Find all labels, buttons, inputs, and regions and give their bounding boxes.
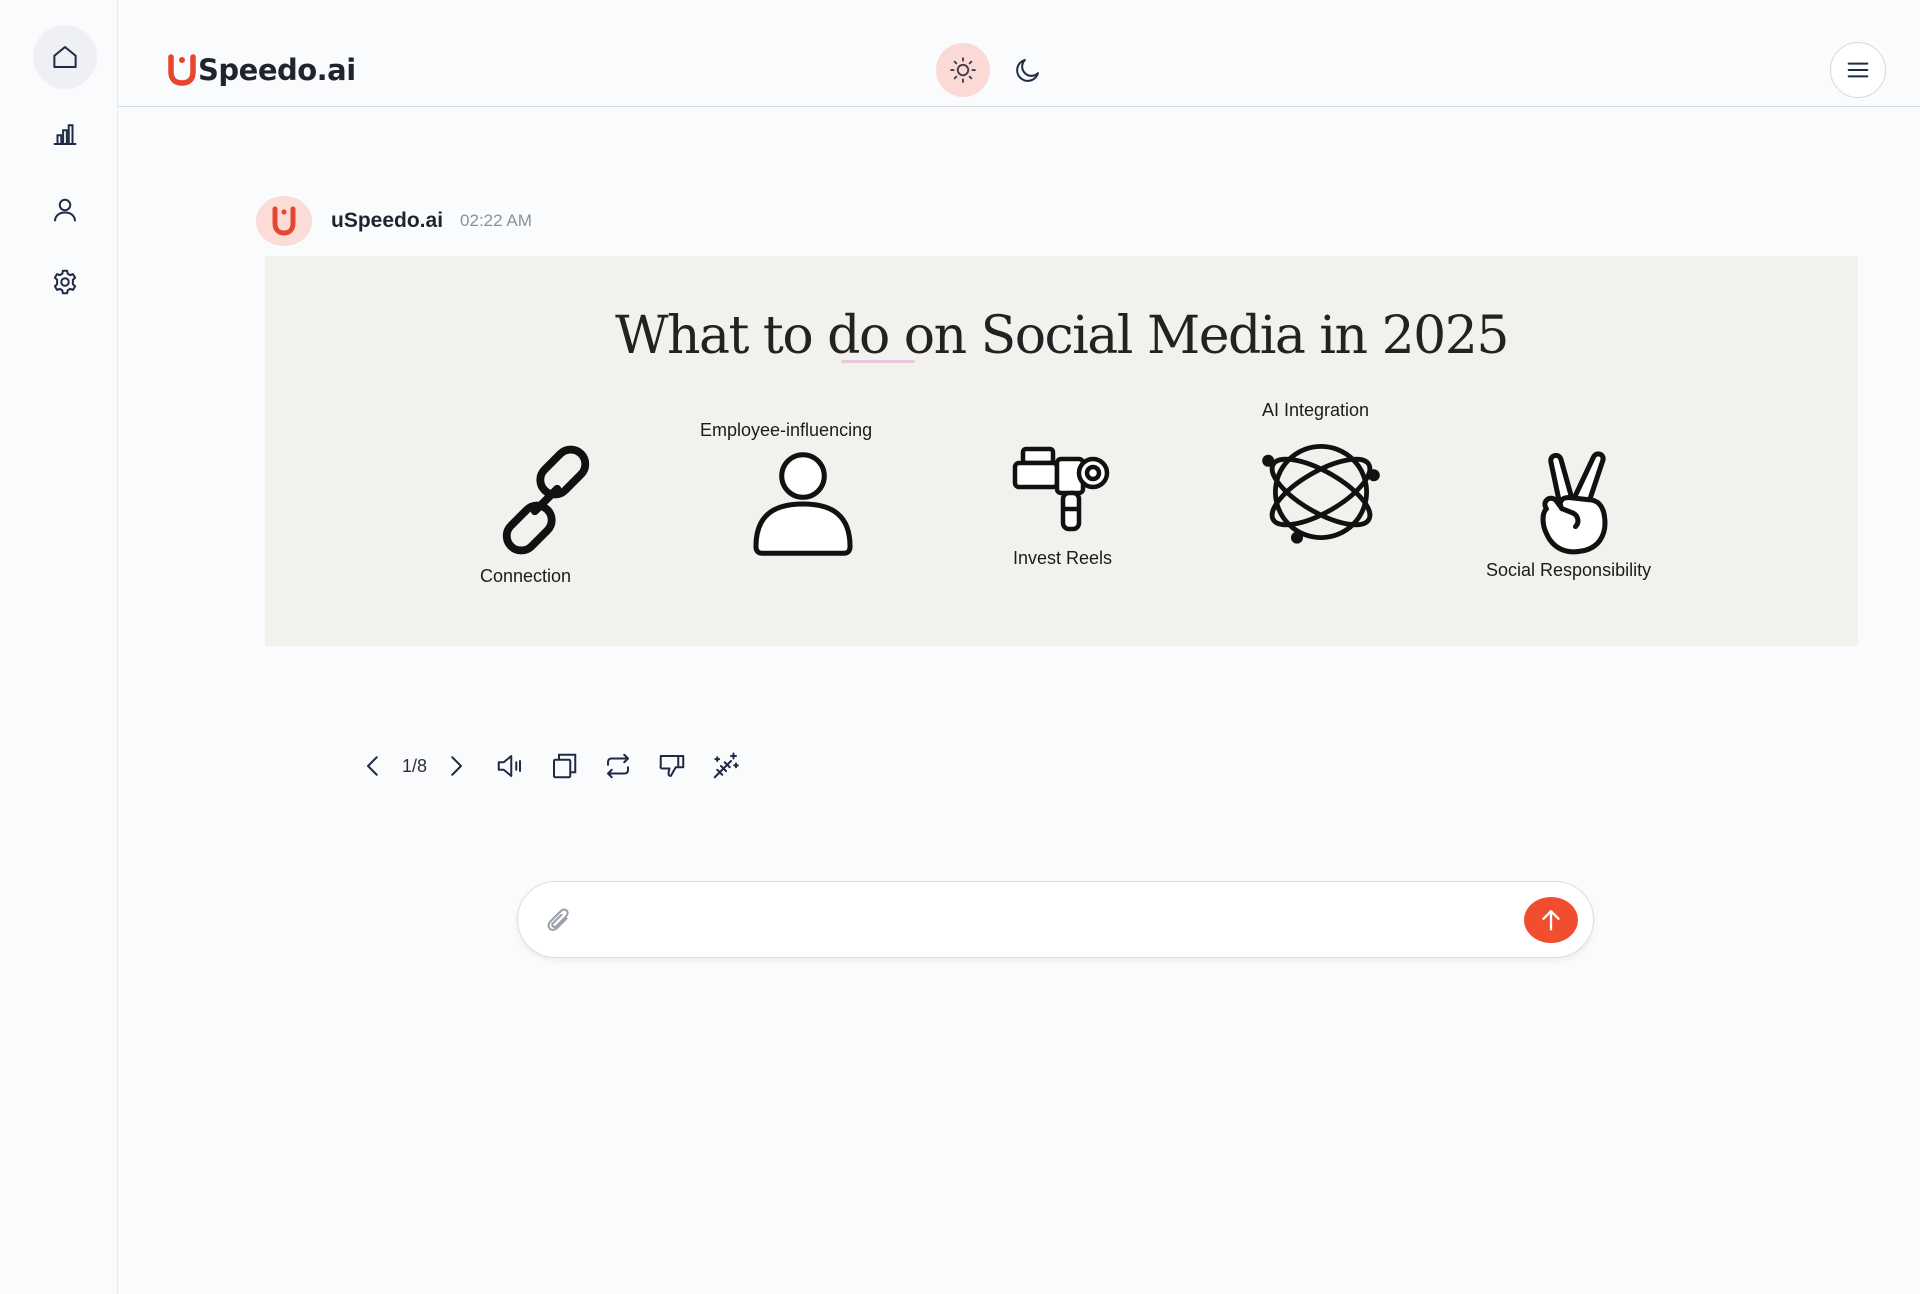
message-time: 02:22 AM bbox=[460, 211, 532, 230]
read-aloud-button[interactable] bbox=[495, 751, 525, 781]
menu-button[interactable] bbox=[1830, 42, 1886, 98]
arrow-up-icon bbox=[1542, 910, 1560, 931]
sender-name: uSpeedo.ai bbox=[331, 209, 444, 232]
regenerate-button[interactable] bbox=[603, 751, 633, 781]
chat-input[interactable] bbox=[594, 898, 1454, 942]
logo-u-icon bbox=[272, 206, 296, 236]
copy-button[interactable] bbox=[549, 751, 579, 781]
hamburger-icon bbox=[1847, 62, 1869, 78]
send-button[interactable] bbox=[1524, 897, 1578, 943]
slide-title: What to do on Social Media in 2025 bbox=[615, 306, 1509, 366]
item-label-ai-integration: AI Integration bbox=[1262, 400, 1370, 420]
brand-logo[interactable]: Speedo.ai bbox=[168, 50, 356, 90]
pager-text: 1/8 bbox=[402, 755, 428, 776]
dark-theme-button[interactable] bbox=[1001, 43, 1055, 97]
message-header: uSpeedo.ai 02:22 AM bbox=[256, 196, 532, 246]
item-label-invest-reels: Invest Reels bbox=[1013, 548, 1113, 568]
camera-icon bbox=[1012, 446, 1110, 532]
regenerate-icon bbox=[607, 753, 630, 779]
sidebar-item-profile[interactable] bbox=[33, 178, 97, 242]
person-icon bbox=[753, 452, 853, 556]
sidebar-item-analytics[interactable] bbox=[33, 102, 97, 166]
speaker-icon bbox=[497, 755, 522, 777]
chat-composer bbox=[517, 881, 1594, 958]
home-icon bbox=[53, 46, 77, 68]
item-label-employee-influencing: Employee-influencing bbox=[700, 420, 873, 440]
gear-icon bbox=[53, 269, 77, 295]
user-icon bbox=[54, 198, 76, 222]
brand-name: Speedo.ai bbox=[198, 53, 356, 87]
link-icon bbox=[502, 445, 590, 555]
atom-icon bbox=[1262, 444, 1380, 544]
next-button[interactable] bbox=[441, 751, 471, 781]
top-header: Speedo.ai bbox=[118, 0, 1920, 107]
moon-icon bbox=[1016, 59, 1039, 82]
light-theme-button[interactable] bbox=[936, 43, 990, 97]
app-window: Speedo.ai uSpeedo.ai 02:22 AM What to do… bbox=[0, 0, 1920, 1294]
logo-u-icon bbox=[168, 54, 196, 86]
paperclip-icon[interactable] bbox=[544, 906, 574, 936]
copy-icon bbox=[553, 753, 577, 779]
item-label-connection: Connection bbox=[480, 566, 572, 586]
sidebar-item-home[interactable] bbox=[33, 25, 97, 89]
magic-wand-icon bbox=[713, 752, 739, 779]
chevron-right-icon bbox=[451, 756, 463, 776]
sidebar bbox=[0, 0, 118, 1294]
dislike-button[interactable] bbox=[657, 751, 687, 781]
sidebar-item-settings[interactable] bbox=[33, 250, 97, 314]
thumbs-down-icon bbox=[659, 755, 685, 777]
chevron-left-icon bbox=[367, 756, 378, 776]
previous-button[interactable] bbox=[358, 751, 388, 781]
slide-image: What to do on Social Media in 2025 Conne… bbox=[265, 256, 1858, 646]
item-label-social-responsibility: Social Responsibility bbox=[1486, 560, 1652, 580]
magic-edit-button[interactable] bbox=[711, 751, 741, 781]
message-toolbar: 1/8 bbox=[358, 746, 741, 786]
title-underline bbox=[841, 360, 915, 363]
peace-hand-icon bbox=[1540, 451, 1608, 555]
bar-chart-icon bbox=[53, 124, 77, 145]
avatar bbox=[256, 196, 312, 246]
sun-icon bbox=[950, 57, 976, 83]
